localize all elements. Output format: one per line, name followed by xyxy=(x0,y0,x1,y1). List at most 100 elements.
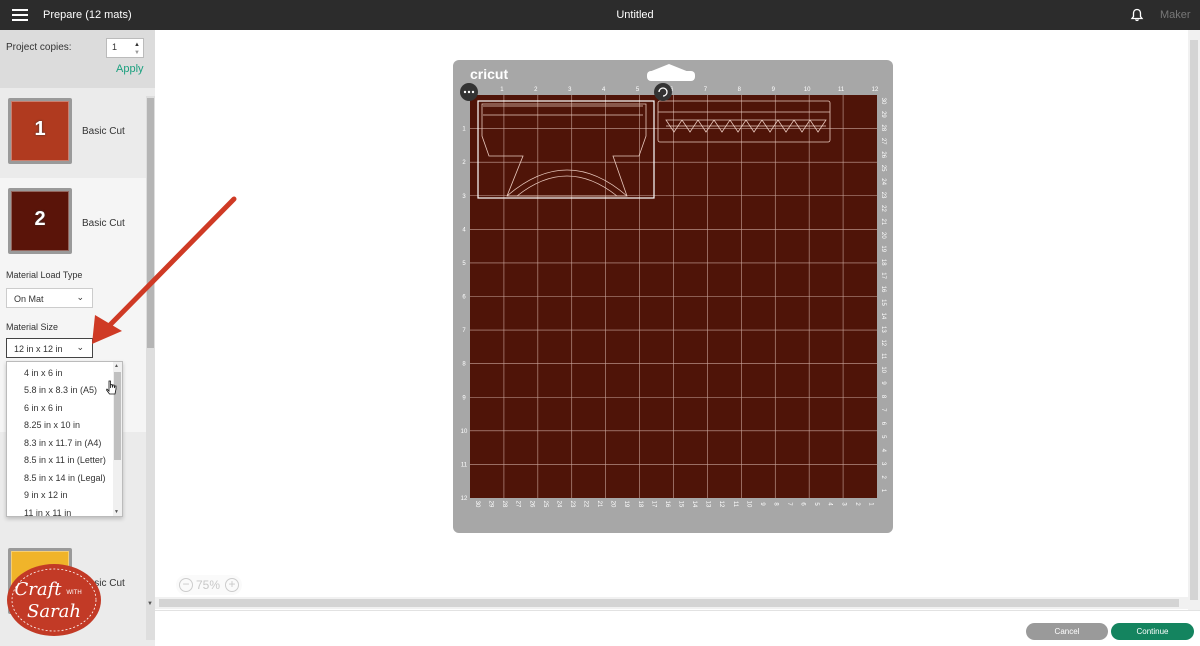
mat-ruler-number: 22 xyxy=(880,205,886,212)
mat-number: 1 xyxy=(34,118,46,140)
mat-ruler-number: 28 xyxy=(501,501,507,508)
machine-selector[interactable]: Maker xyxy=(1160,9,1191,21)
scroll-down-icon[interactable]: ▼ xyxy=(147,601,153,607)
mat-ruler-number: 21 xyxy=(596,501,602,508)
mat-ruler-number: 19 xyxy=(880,245,886,252)
project-copies-value: 1 xyxy=(112,42,118,52)
dropdown-option[interactable]: 4 in x 6 in xyxy=(24,368,63,378)
mat-ruler-number: 13 xyxy=(880,326,886,333)
mat-number: 2 xyxy=(34,208,46,230)
dropdown-option[interactable]: 8.5 in x 14 in (Legal) xyxy=(24,473,106,483)
logo-text-craft: Craft xyxy=(14,579,62,600)
canvas-horizontal-scrollbar[interactable] xyxy=(155,597,1188,609)
dropdown-option[interactable]: 11 in x 11 in xyxy=(24,508,71,516)
dropdown-option[interactable]: 8.5 in x 11 in (Letter) xyxy=(24,455,106,465)
mat-ruler-number: 20 xyxy=(610,501,616,508)
mat-ruler-number: 13 xyxy=(705,501,711,508)
mat-thumbnail: 2 xyxy=(8,188,72,254)
mat-ruler-number: 21 xyxy=(880,219,886,226)
mat-ruler-number: 24 xyxy=(555,501,561,508)
chevron-down-icon: ⌄ xyxy=(76,342,84,352)
mat-ruler-number: 12 xyxy=(880,339,886,346)
canvas-vertical-scrollbar-thumb[interactable] xyxy=(1190,40,1198,600)
mat-ruler-number: 25 xyxy=(880,165,886,172)
sidebar-scrollbar-thumb[interactable] xyxy=(147,98,154,348)
zoom-out-icon[interactable]: − xyxy=(179,578,193,592)
mat-ruler-number: 20 xyxy=(880,232,886,239)
mat-ruler-number: 17 xyxy=(650,501,656,508)
mat-item-1[interactable]: 1 Basic Cut xyxy=(0,96,146,178)
zoom-control: − 75% + xyxy=(176,575,242,595)
dropdown-option[interactable]: 5.8 in x 8.3 in (A5) xyxy=(24,385,97,395)
rotate-icon xyxy=(654,83,672,101)
chevron-down-icon: ⌄ xyxy=(76,292,84,302)
mat-ruler-number: 10 xyxy=(745,501,751,508)
mat-ruler-number: 29 xyxy=(880,111,886,118)
mat-ruler-number: 17 xyxy=(880,272,886,279)
mat-ruler-number: 10 xyxy=(880,366,886,373)
mat-ruler-number: 26 xyxy=(528,501,534,508)
mat-ruler-number: 27 xyxy=(515,501,521,508)
mat-thumbnail: 1 xyxy=(8,98,72,164)
mat-ruler-number: 18 xyxy=(880,259,886,266)
continue-button[interactable]: Continue xyxy=(1111,623,1194,640)
scroll-down-icon[interactable]: ▼ xyxy=(114,509,119,515)
mat-ruler-number: 28 xyxy=(880,125,886,132)
zoom-in-icon[interactable]: + xyxy=(225,578,239,592)
mat-ruler-number: 11 xyxy=(838,87,845,93)
mat-ruler-number: 30 xyxy=(474,501,480,508)
document-title: Untitled xyxy=(616,9,654,21)
mat-ruler-number: 27 xyxy=(880,138,886,145)
mat-ruler-number: 25 xyxy=(542,501,548,508)
material-size-value: 12 in x 12 in xyxy=(14,344,63,354)
bell-icon[interactable] xyxy=(1130,8,1144,22)
footer-bar: Cancel Continue xyxy=(155,610,1200,646)
material-size-select[interactable]: 12 in x 12 in ⌄ xyxy=(6,338,93,358)
material-load-type-select[interactable]: On Mat ⌄ xyxy=(6,288,93,308)
mat-ruler-number: 18 xyxy=(637,501,643,508)
zoom-level: 75% xyxy=(196,578,221,592)
mat-brand-logo: cricut xyxy=(470,66,508,82)
mat-ruler-number: 14 xyxy=(880,313,886,320)
mat-ruler-number: 22 xyxy=(583,501,589,508)
mat-sidebar: Project copies: 1 ▲ ▼ Apply 1 Basic Cut … xyxy=(0,30,155,646)
material-size-dropdown[interactable]: 4 in x 6 in 5.8 in x 8.3 in (A5) 6 in x … xyxy=(6,361,123,517)
mat-ruler-number: 23 xyxy=(569,501,575,508)
top-bar: Prepare (12 mats) Untitled Maker xyxy=(0,0,1200,30)
craft-with-sarah-logo: Craft WITH Sarah xyxy=(7,564,101,636)
scroll-up-icon[interactable]: ▲ xyxy=(114,363,119,369)
cancel-button[interactable]: Cancel xyxy=(1026,623,1108,640)
project-copies-section: Project copies: 1 ▲ ▼ Apply xyxy=(0,30,155,88)
increment-icon[interactable]: ▲ xyxy=(134,42,140,48)
logo-text-with: WITH xyxy=(66,590,81,596)
apply-button[interactable]: Apply xyxy=(116,63,144,75)
material-load-type-label: Material Load Type xyxy=(6,270,83,280)
dropdown-option[interactable]: 9 in x 12 in xyxy=(24,490,68,500)
mat-ruler-number: 19 xyxy=(623,501,629,508)
decrement-icon[interactable]: ▼ xyxy=(134,50,140,56)
mat-ruler-number: 30 xyxy=(880,98,886,105)
dropdown-option[interactable]: 8.3 in x 11.7 in (A4) xyxy=(24,438,101,448)
mat-ruler-number: 12 xyxy=(718,501,724,508)
mat-ruler-number: 29 xyxy=(488,501,494,508)
mat-ruler-number: 16 xyxy=(664,501,670,508)
canvas-horizontal-scrollbar-thumb[interactable] xyxy=(159,599,1179,607)
dropdown-option[interactable]: 6 in x 6 in xyxy=(24,403,63,413)
cursor-icon xyxy=(106,380,117,395)
mat-ruler-number: 10 xyxy=(804,87,811,93)
mat-ruler-number: 14 xyxy=(691,501,697,508)
logo-text-sarah: Sarah xyxy=(27,601,81,622)
project-copies-input[interactable]: 1 ▲ ▼ xyxy=(106,38,144,58)
mat-ruler-number: 11 xyxy=(732,501,738,508)
material-size-label: Material Size xyxy=(6,322,59,332)
mat-ruler-number: 26 xyxy=(880,151,886,158)
mat-ruler-number: 24 xyxy=(880,178,886,185)
mat-ruler-number: 10 xyxy=(461,429,468,435)
mat-ruler-number: 23 xyxy=(880,192,886,199)
mat-ruler-number: 12 xyxy=(461,496,468,502)
mat-ruler-number: 16 xyxy=(880,286,886,293)
dropdown-option[interactable]: 8.25 in x 10 in xyxy=(24,420,80,430)
canvas-vertical-scrollbar[interactable] xyxy=(1188,30,1200,610)
material-load-type-value: On Mat xyxy=(14,294,44,304)
sidebar-scrollbar[interactable] xyxy=(146,96,155,640)
